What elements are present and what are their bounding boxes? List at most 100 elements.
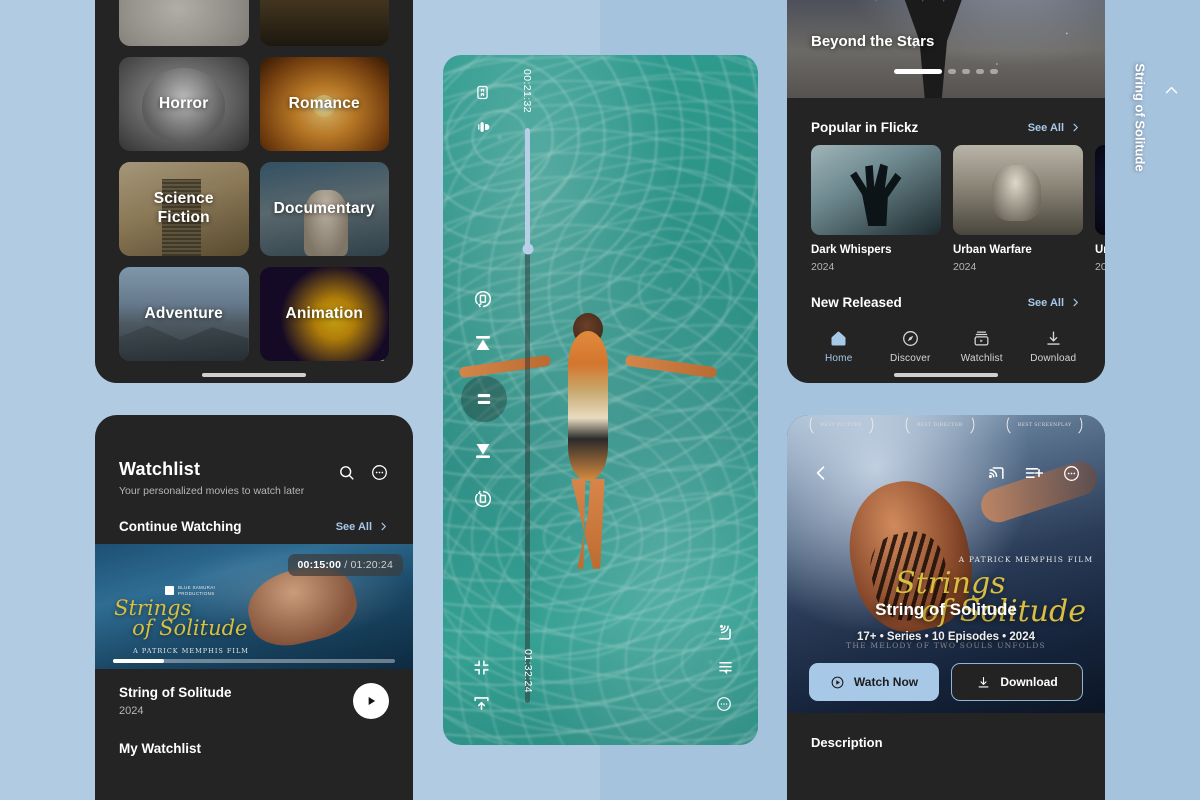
see-all-button[interactable]: See All — [336, 521, 389, 533]
compass-icon — [901, 329, 920, 348]
popular-poster-row[interactable]: Dark Whispers 2024 Urban Warfare 2024 Ur… — [787, 145, 1105, 273]
player-progress-slider[interactable] — [522, 128, 533, 703]
progress-fill — [113, 659, 164, 663]
subtitles-button[interactable] — [474, 118, 492, 141]
movie-title: String of Solitude — [119, 685, 232, 700]
detail-hero: BEST PICTURE BEST DIRECTOR BEST SCREENPL… — [787, 415, 1105, 713]
genre-card-animation[interactable]: Animation — [259, 267, 389, 361]
more-button[interactable] — [1062, 464, 1081, 488]
total-time: 01:20:24 — [350, 559, 393, 571]
rotate-loop-button[interactable] — [472, 488, 494, 515]
list-item[interactable]: Urb 202 — [1095, 145, 1105, 273]
laurel-label: BEST PICTURE — [820, 423, 862, 428]
see-all-button-new[interactable]: See All — [1028, 297, 1081, 309]
list-item[interactable]: Urban Warfare 2024 — [953, 145, 1083, 273]
chevron-right-icon — [381, 522, 386, 531]
studio-line-1: BLUE SAMURAI — [177, 585, 216, 591]
add-to-playlist-button[interactable] — [1024, 463, 1044, 488]
genre-label: Horror — [159, 94, 209, 112]
picture-in-picture-button[interactable] — [472, 694, 491, 718]
carousel-dot[interactable] — [962, 69, 970, 74]
rotate-loop-icon — [475, 490, 492, 508]
page-title: Watchlist — [119, 459, 201, 479]
closed-caption-icon — [477, 85, 488, 100]
genre-card-romance[interactable]: Romance — [259, 57, 389, 151]
movie-title: Dark Whispers — [811, 244, 892, 256]
skip-next-icon — [476, 444, 490, 458]
progress-knob[interactable] — [522, 243, 533, 255]
player-back-button[interactable] — [1163, 82, 1180, 104]
carousel-dots[interactable] — [787, 69, 1105, 74]
popular-section-header: Popular in Flickz See All — [787, 98, 1105, 145]
genre-card-adventure[interactable]: Adventure — [119, 267, 249, 361]
continue-watching-meta: String of Solitude 2024 — [95, 669, 413, 719]
play-button[interactable] — [353, 683, 389, 719]
cast-button[interactable] — [715, 623, 734, 647]
fullscreen-button[interactable] — [472, 658, 491, 682]
laurel-label: BEST SCREENPLAY — [1017, 423, 1072, 428]
see-all-label: See All — [335, 520, 372, 533]
laurel-item: BEST PICTURE — [807, 417, 876, 434]
genre-card-horror[interactable]: Horror — [119, 57, 249, 151]
tab-label: Home — [825, 353, 853, 364]
rotate-lock-button[interactable] — [472, 288, 494, 315]
tab-download[interactable]: Download — [1022, 329, 1084, 364]
studio-mark-icon — [164, 586, 174, 596]
see-all-button-popular[interactable]: See All — [1028, 122, 1081, 134]
skip-next-button[interactable] — [471, 438, 495, 467]
laurel-left-icon — [1006, 417, 1011, 434]
genre-card-documentary[interactable]: Documentary — [259, 162, 389, 256]
play-icon — [368, 697, 376, 705]
genre-card-thriller[interactable] — [119, 0, 249, 46]
search-icon[interactable] — [337, 463, 356, 487]
tab-home[interactable]: Home — [808, 329, 870, 364]
swimmer-figure — [458, 283, 718, 569]
genre-card-science-fiction[interactable]: Science Fiction — [119, 162, 249, 256]
chevron-right-icon — [1073, 123, 1078, 132]
genre-shade — [259, 0, 389, 46]
continue-watching-card[interactable]: 00:15:00 / 01:20:24 BLUE SAMURAI PRODUCT… — [95, 544, 413, 669]
poster-credit: A PATRICK MEMPHIS FILM — [958, 555, 1094, 565]
chevron-left-icon — [1165, 86, 1178, 94]
back-button[interactable] — [811, 463, 831, 488]
play-circle-icon — [831, 676, 844, 688]
rotate-lock-icon — [475, 290, 492, 308]
carousel-dot[interactable] — [990, 69, 998, 74]
pause-button[interactable] — [461, 376, 507, 422]
picture-in-picture-icon — [474, 697, 489, 710]
list-item[interactable]: Dark Whispers 2024 — [811, 145, 941, 273]
closed-caption-button[interactable] — [474, 84, 491, 106]
tab-watchlist[interactable]: Watchlist — [951, 329, 1013, 364]
watch-now-button[interactable]: Watch Now — [809, 663, 939, 701]
chevron-left-icon — [816, 466, 825, 480]
progress-bar[interactable] — [113, 659, 395, 663]
player-total-time: 01:32:24 — [522, 648, 535, 694]
movie-title: Urban Warfare — [953, 244, 1032, 256]
genre-shade — [119, 0, 249, 46]
hero-title: Beyond the Stars — [811, 33, 935, 50]
download-icon — [1044, 329, 1063, 348]
section-title: Continue Watching — [119, 519, 242, 534]
cast-button[interactable] — [987, 464, 1006, 488]
skip-previous-button[interactable] — [471, 332, 495, 361]
download-button[interactable]: Download — [951, 663, 1083, 701]
tab-discover[interactable]: Discover — [879, 329, 941, 364]
quality-settings-button[interactable] — [716, 658, 735, 682]
discover-screen: Horror Romance Science Fiction Documenta… — [95, 0, 413, 383]
watch-now-label: Watch Now — [853, 675, 919, 689]
more-circle-icon[interactable] — [370, 463, 389, 487]
carousel-dot[interactable] — [976, 69, 984, 74]
cast-icon — [988, 466, 1004, 479]
detail-topbar — [787, 463, 1105, 488]
genre-grid: Horror Romance Science Fiction Documenta… — [95, 0, 413, 361]
carousel-dot[interactable] — [894, 69, 942, 74]
section-title: Popular in Flickz — [811, 120, 919, 135]
hero-banner[interactable]: Beyond the Stars — [787, 0, 1105, 98]
section-title: New Released — [811, 295, 902, 310]
carousel-dot[interactable] — [948, 69, 956, 74]
movie-meta: 17+ • Series • 10 Episodes • 2024 — [857, 631, 1035, 644]
laurel-right-icon — [869, 417, 874, 434]
genre-card-mystery[interactable] — [259, 0, 389, 46]
continue-watching-section-header: Continue Watching See All — [95, 497, 413, 544]
player-more-button[interactable] — [715, 695, 733, 718]
